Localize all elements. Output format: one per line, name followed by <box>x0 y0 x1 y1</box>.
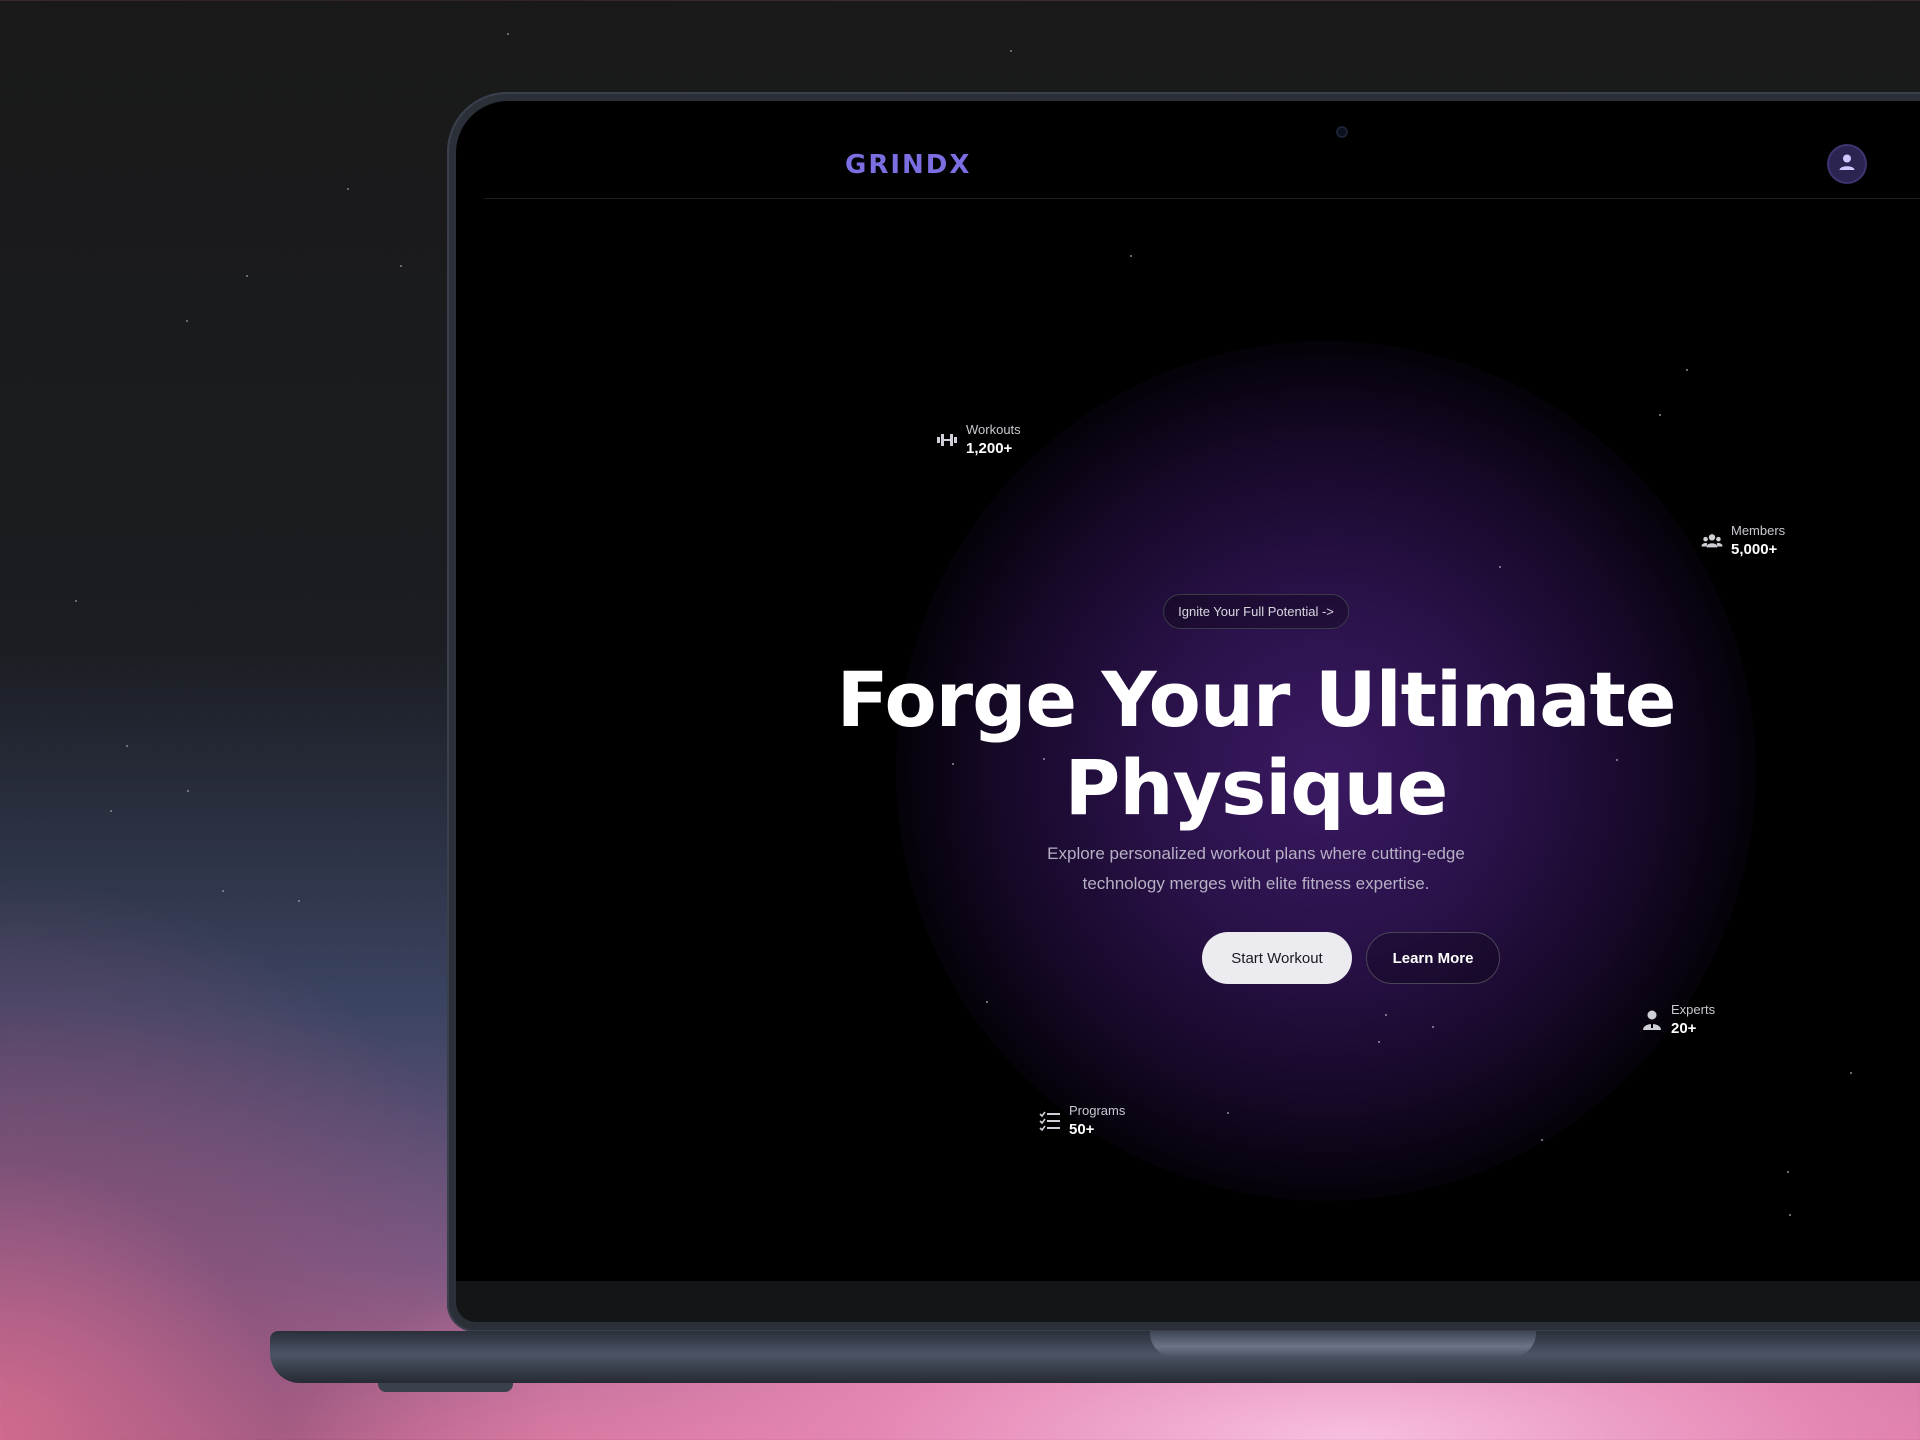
background-star <box>187 790 189 792</box>
dumbbell-icon <box>936 429 958 451</box>
laptop-screen: GRINDX Ignite Your Full Potential -> For… <box>456 101 1920 1281</box>
screen-star <box>1686 369 1688 371</box>
screen-star <box>1499 566 1501 568</box>
background-star <box>186 320 188 322</box>
stat-label: Programs <box>1069 1103 1126 1118</box>
stat-workouts: Workouts 1,200+ <box>936 421 1021 459</box>
hero-badge[interactable]: Ignite Your Full Potential -> <box>1163 594 1349 629</box>
stat-value: 50+ <box>1069 1121 1095 1138</box>
laptop-trackpad-notch <box>1150 1331 1536 1357</box>
laptop-base <box>270 1331 1920 1383</box>
user-icon <box>1838 153 1856 176</box>
background-star <box>75 600 77 602</box>
header-divider <box>484 198 1920 199</box>
start-workout-button[interactable]: Start Workout <box>1202 932 1352 984</box>
checklist-icon <box>1039 1110 1061 1132</box>
screen-star <box>1659 414 1661 416</box>
background-star <box>222 890 224 892</box>
screen-bottom-bezel <box>456 1280 1920 1322</box>
stat-value: 5,000+ <box>1731 541 1778 558</box>
stat-value: 20+ <box>1671 1020 1697 1037</box>
stat-label: Experts <box>1671 1002 1716 1017</box>
stat-experts: Experts 20+ <box>1641 1001 1715 1039</box>
hero-title: Forge Your Ultimate Physique <box>836 655 1677 832</box>
stat-label: Members <box>1731 523 1786 538</box>
users-icon <box>1701 530 1723 552</box>
screen-star <box>1130 255 1132 257</box>
background-star <box>126 745 128 747</box>
stat-label: Workouts <box>966 422 1021 437</box>
screen-star <box>986 1001 988 1003</box>
stat-programs: Programs 50+ <box>1039 1102 1125 1140</box>
screen-star <box>1787 1171 1789 1173</box>
learn-more-button[interactable]: Learn More <box>1366 932 1500 984</box>
background-star <box>298 900 300 902</box>
screen-star <box>1432 1026 1434 1028</box>
background-star <box>507 33 509 35</box>
stat-members: Members 5,000+ <box>1701 522 1785 560</box>
screen-star <box>1385 1014 1387 1016</box>
screen-star <box>1789 1214 1791 1216</box>
camera-dot <box>1336 126 1348 138</box>
laptop-foot <box>378 1383 513 1392</box>
screen-star <box>1850 1072 1852 1074</box>
background-star <box>110 810 112 812</box>
stat-value: 1,200+ <box>966 440 1013 457</box>
brand-logo[interactable]: GRINDX <box>845 150 971 180</box>
background-star <box>347 188 349 190</box>
expert-icon <box>1641 1009 1663 1031</box>
screen-star <box>1378 1041 1380 1043</box>
background-star <box>400 265 402 267</box>
screen-star <box>1541 1139 1543 1141</box>
background-star <box>1010 50 1012 52</box>
hero-subtitle: Explore personalized workout plans where… <box>1047 844 1465 893</box>
screen-star <box>1227 1112 1229 1114</box>
profile-button[interactable] <box>1829 146 1865 182</box>
background-star <box>246 275 248 277</box>
